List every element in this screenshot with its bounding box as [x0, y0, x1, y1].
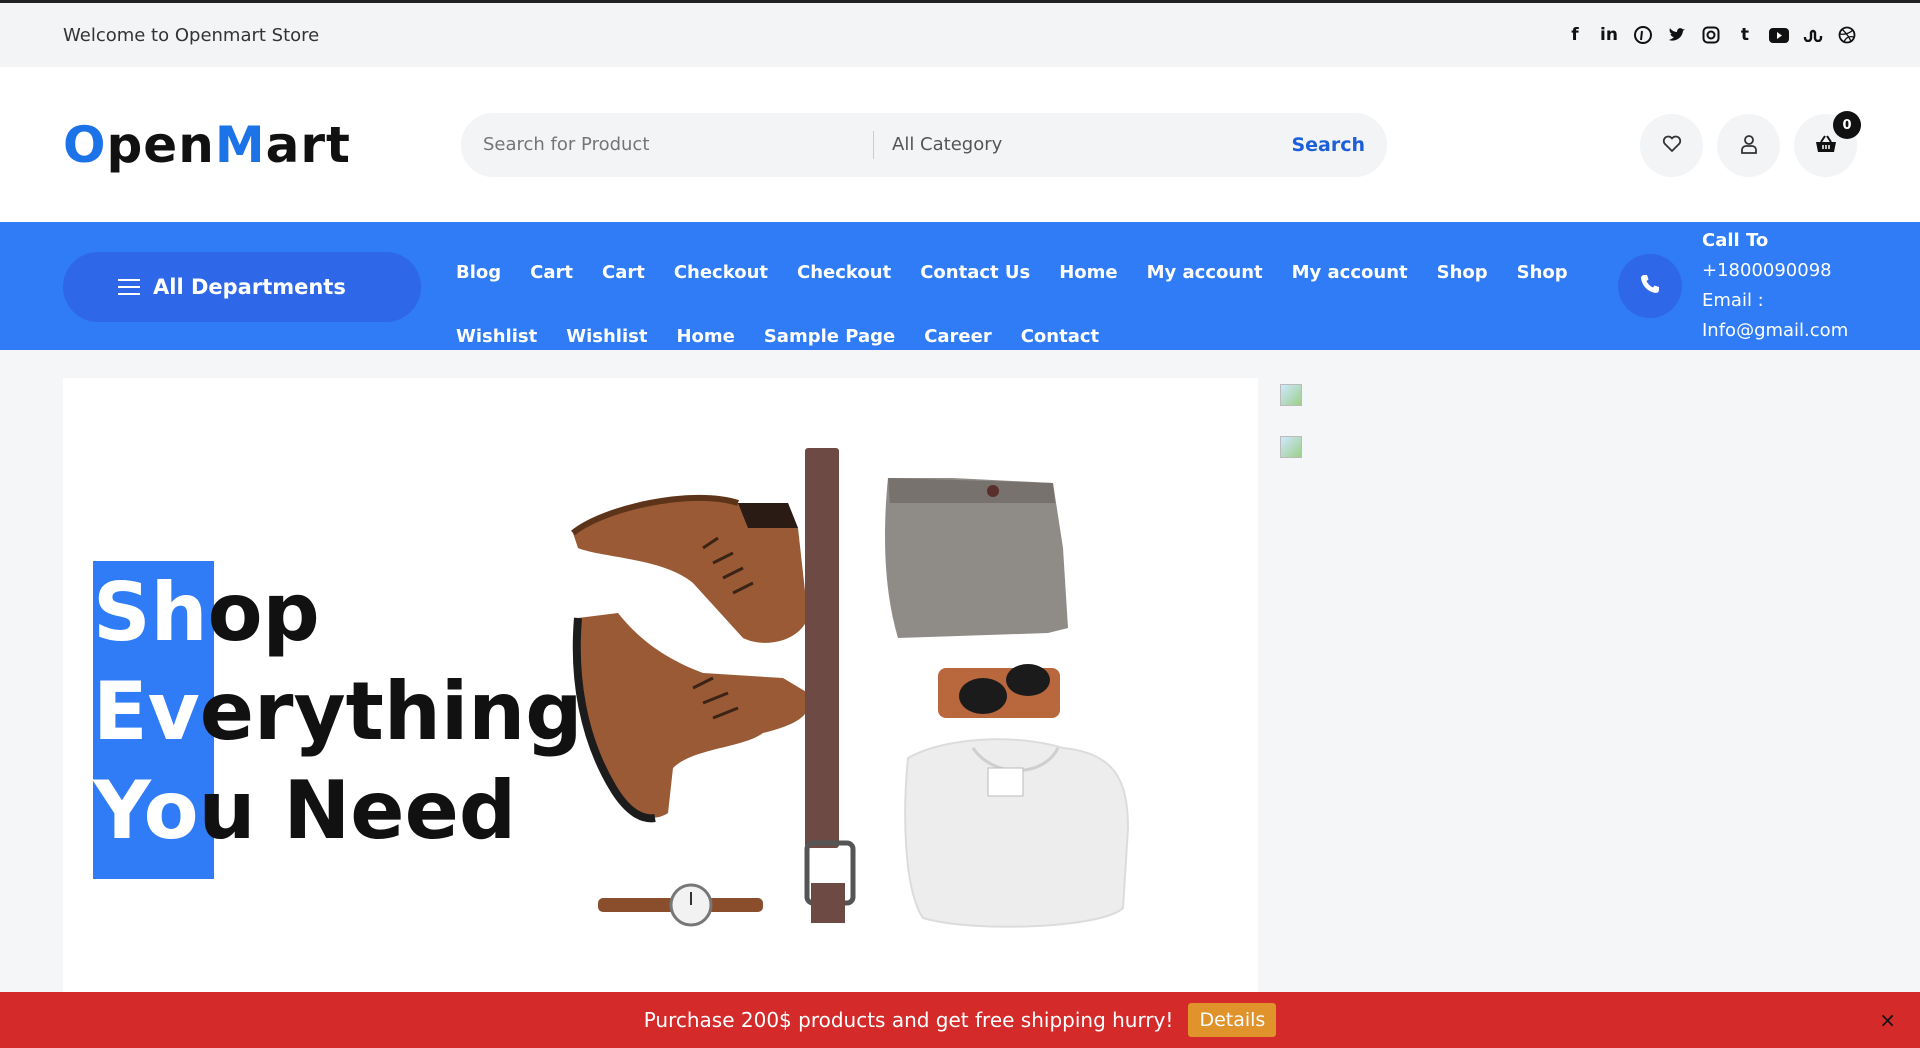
email-address[interactable]: Info@gmail.com — [1702, 316, 1848, 346]
side-banners — [1280, 384, 1302, 488]
twitter-icon[interactable] — [1667, 25, 1687, 45]
search-button[interactable]: Search — [1291, 134, 1365, 156]
call-label: Call To — [1702, 230, 1769, 251]
heart-icon — [1662, 135, 1682, 157]
promo-bar: Purchase 200$ products and get free ship… — [0, 992, 1920, 1048]
tshirt-image — [904, 738, 1130, 928]
sunglasses-image — [938, 664, 1060, 718]
nav-link-home[interactable]: Home — [1059, 262, 1117, 283]
nav-link-my-account[interactable]: My account — [1147, 262, 1263, 283]
site-logo[interactable]: OpenMart — [63, 116, 461, 174]
header-actions: 0 — [1640, 111, 1861, 177]
nav-link-checkout[interactable]: Checkout — [674, 262, 768, 283]
nav-link-wishlist-2[interactable]: Wishlist — [566, 326, 647, 347]
nav-link-career[interactable]: Career — [924, 326, 992, 347]
nav-link-my-account-2[interactable]: My account — [1292, 262, 1408, 283]
youtube-icon[interactable] — [1769, 25, 1789, 45]
facebook-icon[interactable]: f — [1565, 25, 1585, 45]
watch-image — [598, 883, 763, 927]
boot-image-2 — [572, 613, 810, 823]
linkedin-icon[interactable]: in — [1599, 25, 1619, 45]
broken-image-icon[interactable] — [1280, 384, 1302, 406]
nav-link-checkout-2[interactable]: Checkout — [797, 262, 891, 283]
nav-link-cart-2[interactable]: Cart — [602, 262, 645, 283]
call-button[interactable] — [1618, 254, 1682, 318]
nav-link-contact[interactable]: Contact — [1021, 326, 1099, 347]
contact-info: Call To +1800090098 Email : Info@gmail.c… — [1702, 226, 1848, 346]
dribbble-icon[interactable] — [1837, 25, 1857, 45]
nav-link-home-2[interactable]: Home — [676, 326, 734, 347]
hamburger-icon — [118, 279, 140, 295]
tumblr-icon[interactable]: t — [1735, 25, 1755, 45]
pants-image — [885, 478, 1068, 638]
main-nav: All Departments Blog Cart Cart Checkout … — [0, 222, 1920, 350]
top-bar: Welcome to Openmart Store f in t — [0, 0, 1920, 67]
search-input[interactable] — [483, 134, 873, 155]
account-button[interactable] — [1717, 114, 1780, 177]
nav-link-shop[interactable]: Shop — [1437, 262, 1488, 283]
search-bar: All Category Search — [461, 112, 1387, 177]
nav-link-sample-page[interactable]: Sample Page — [764, 326, 895, 347]
nav-link-cart[interactable]: Cart — [530, 262, 573, 283]
basket-icon — [1815, 134, 1837, 158]
site-header: OpenMart All Category Search 0 — [0, 67, 1920, 222]
nav-link-contact-us[interactable]: Contact Us — [920, 262, 1030, 283]
user-icon — [1740, 134, 1758, 158]
email-label: Email : — [1702, 290, 1764, 311]
close-icon[interactable]: × — [1879, 1008, 1896, 1032]
nav-row-2: Wishlist Wishlist Home Sample Page Caree… — [456, 304, 1606, 368]
cart-button[interactable]: 0 — [1794, 111, 1861, 177]
nav-menu: Blog Cart Cart Checkout Checkout Contact… — [456, 240, 1606, 368]
hero-title: Shop Everything You Need — [93, 566, 583, 857]
cart-count-badge: 0 — [1833, 111, 1861, 139]
details-button[interactable]: Details — [1188, 1003, 1277, 1037]
welcome-text: Welcome to Openmart Store — [63, 24, 320, 46]
departments-label: All Departments — [153, 275, 346, 299]
instagram-icon[interactable] — [1701, 25, 1721, 45]
nav-link-blog[interactable]: Blog — [456, 262, 501, 283]
pinterest-icon[interactable] — [1633, 25, 1653, 45]
stumbleupon-icon[interactable] — [1803, 25, 1823, 45]
wishlist-button[interactable] — [1640, 114, 1703, 177]
category-select[interactable]: All Category — [892, 134, 1291, 155]
all-departments-button[interactable]: All Departments — [63, 252, 421, 322]
broken-image-icon[interactable] — [1280, 436, 1302, 458]
nav-link-wishlist[interactable]: Wishlist — [456, 326, 537, 347]
hero-products-image — [571, 448, 1130, 928]
belt-image — [804, 448, 856, 923]
search-divider — [873, 130, 874, 159]
nav-row-1: Blog Cart Cart Checkout Checkout Contact… — [456, 240, 1606, 304]
promo-text: Purchase 200$ products and get free ship… — [643, 1008, 1174, 1032]
nav-link-shop-2[interactable]: Shop — [1517, 262, 1568, 283]
social-links: f in t — [1565, 25, 1857, 45]
phone-number[interactable]: +1800090098 — [1702, 256, 1848, 286]
phone-icon — [1640, 274, 1660, 298]
hero-banner: Shop Everything You Need — [63, 378, 1258, 998]
